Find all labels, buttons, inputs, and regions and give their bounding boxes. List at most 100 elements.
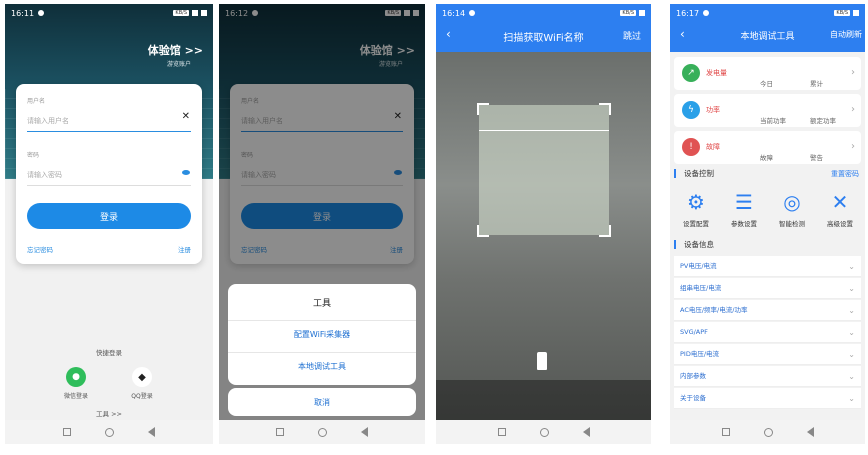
back-icon[interactable] (361, 427, 368, 437)
tool-action-sheet: 工具 配置WiFi采集器 本地调试工具 (228, 284, 416, 385)
tools-icon: ✕ (831, 190, 849, 214)
page-title: 扫描获取WiFi名称 (503, 33, 584, 44)
tool-sheet-screen: 16:12 KB/S 体验馆 >> 游览账户 用户名 请输入用户名 ✕ 密码 请… (219, 4, 425, 444)
control-label: 参数设置 (731, 220, 757, 228)
local-debug-tool-option[interactable]: 本地调试工具 (228, 352, 416, 380)
notification-icon (703, 10, 710, 16)
metric-col-1: 今日 (760, 80, 773, 88)
control-label: 设置配置 (683, 220, 709, 228)
experience-hall-link[interactable]: 体验馆 >> (148, 42, 203, 58)
scan-frame (477, 103, 611, 237)
frame-corner (477, 225, 489, 237)
metric-col-1: 故障 (760, 154, 773, 162)
speed-chip: KB/S (173, 10, 189, 16)
lightning-icon: ϟ (682, 101, 700, 119)
home-icon[interactable] (318, 427, 327, 437)
eye-icon[interactable] (182, 170, 190, 175)
notification-icon (38, 10, 45, 16)
tools-link[interactable]: 工具 >> (5, 408, 213, 418)
home-icon[interactable] (539, 427, 549, 437)
chevron-down-icon: ⌄ (848, 350, 855, 359)
password-label: 密码 (27, 152, 40, 159)
frame-corner (599, 225, 611, 237)
info-item-internal[interactable]: 内部参数 ⌄ (674, 366, 861, 387)
battery-icon (853, 10, 859, 16)
qq-login-label: QQ登录 (131, 393, 153, 400)
chevron-right-icon: › (851, 141, 855, 152)
info-item-about[interactable]: 关于设备 ⌄ (674, 388, 861, 409)
info-item-svg-apf[interactable]: SVG/APF ⌄ (674, 322, 861, 343)
target-icon: ◎ (783, 190, 801, 214)
guest-account-label: 游览账户 (166, 61, 191, 68)
info-label: AC电压/频率/电流/功率 (680, 306, 748, 314)
system-nav-bar (5, 420, 213, 444)
info-label: SVG/APF (680, 328, 708, 336)
info-item-string[interactable]: 组串电压/电流 ⌄ (674, 278, 861, 299)
info-item-pid[interactable]: PID电压/电流 ⌄ (674, 344, 861, 365)
recent-apps-icon[interactable] (276, 428, 284, 436)
status-time: 16:14 (442, 8, 466, 18)
gear-icon: ⚙ (687, 190, 705, 214)
recent-apps-icon[interactable] (721, 428, 730, 436)
clear-icon[interactable]: ✕ (182, 111, 190, 122)
frame-corner (477, 103, 489, 115)
setting-config-button[interactable]: ⚙ 设置配置 (674, 190, 718, 228)
chevron-down-icon: ⌄ (848, 372, 855, 381)
register-link[interactable]: 注册 (178, 244, 191, 254)
cancel-button[interactable]: 取消 (228, 388, 416, 416)
status-bar: 16:14 KB/S (436, 4, 651, 22)
login-button[interactable]: 登录 (27, 203, 191, 229)
local-debug-screen: 16:17 KB/S ‹ 本地调试工具 自动刷新 ↗ 发电量 今日 累计 › ϟ… (670, 4, 865, 444)
home-icon[interactable] (763, 427, 773, 437)
info-label: PID电压/电流 (680, 350, 720, 358)
metric-name: 发电量 (706, 69, 727, 77)
frame-corner (599, 103, 611, 115)
flashlight-icon[interactable] (537, 352, 547, 370)
info-item-pv[interactable]: PV电压/电流 ⌄ (674, 256, 861, 277)
battery-icon (201, 10, 207, 16)
camera-preview (436, 52, 651, 432)
metric-col-2: 额定功率 (810, 117, 836, 125)
scan-line (479, 130, 609, 131)
forgot-password-link[interactable]: 忘记密码 (27, 244, 53, 254)
password-field[interactable]: 请输入密码 (27, 170, 191, 186)
metric-row-power[interactable]: ϟ 功率 当前功率 额定功率 › (674, 94, 861, 127)
wechat-login-button[interactable]: ● 微信登录 (56, 367, 96, 400)
advanced-settings-button[interactable]: ✕ 高级设置 (818, 190, 862, 228)
back-icon[interactable] (806, 427, 814, 437)
configure-wifi-collector-option[interactable]: 配置WiFi采集器 (228, 320, 416, 348)
status-time: 16:11 (11, 8, 35, 18)
metric-row-fault[interactable]: ! 故障 故障 警告 › (674, 131, 861, 164)
info-label: PV电压/电流 (680, 262, 717, 270)
status-bar: 16:11 KB/S (5, 4, 213, 22)
reset-password-link[interactable]: 重置密码 (831, 169, 859, 179)
recent-apps-icon[interactable] (63, 428, 71, 436)
back-icon[interactable] (148, 427, 155, 437)
back-icon[interactable] (582, 427, 590, 437)
sheet-title: 工具 (312, 299, 331, 309)
system-nav-bar (670, 420, 865, 444)
info-item-ac[interactable]: AC电压/频率/电流/功率 ⌄ (674, 300, 861, 321)
speed-chip: KB/S (834, 10, 850, 16)
status-time: 16:17 (676, 8, 700, 18)
metric-row-energy[interactable]: ↗ 发电量 今日 累计 › (674, 57, 861, 90)
chevron-down-icon: ⌄ (848, 328, 855, 337)
username-label: 用户名 (27, 98, 46, 105)
chevron-down-icon: ⌄ (848, 284, 855, 293)
scan-header: 16:14 KB/S ‹ 扫描获取WiFi名称 跳过 (436, 4, 651, 52)
energy-chart-icon: ↗ (682, 64, 700, 82)
speed-chip: KB/S (620, 10, 636, 16)
home-icon[interactable] (105, 427, 114, 437)
scan-bottom-bar (436, 380, 651, 420)
username-field[interactable]: 请输入用户名 (27, 116, 191, 132)
wifi-icon (192, 10, 198, 16)
smart-detection-button[interactable]: ◎ 智能检测 (770, 190, 814, 228)
control-label: 智能检测 (779, 220, 805, 228)
auto-refresh-button[interactable]: 自动刷新 (830, 29, 862, 40)
qq-login-button[interactable]: ◆ QQ登录 (122, 367, 162, 400)
wechat-icon: ● (66, 367, 86, 387)
skip-button[interactable]: 跳过 (623, 29, 641, 42)
recent-apps-icon[interactable] (497, 428, 506, 436)
parameter-settings-button[interactable]: ☰ 参数设置 (722, 190, 766, 228)
chevron-down-icon: ⌄ (848, 306, 855, 315)
